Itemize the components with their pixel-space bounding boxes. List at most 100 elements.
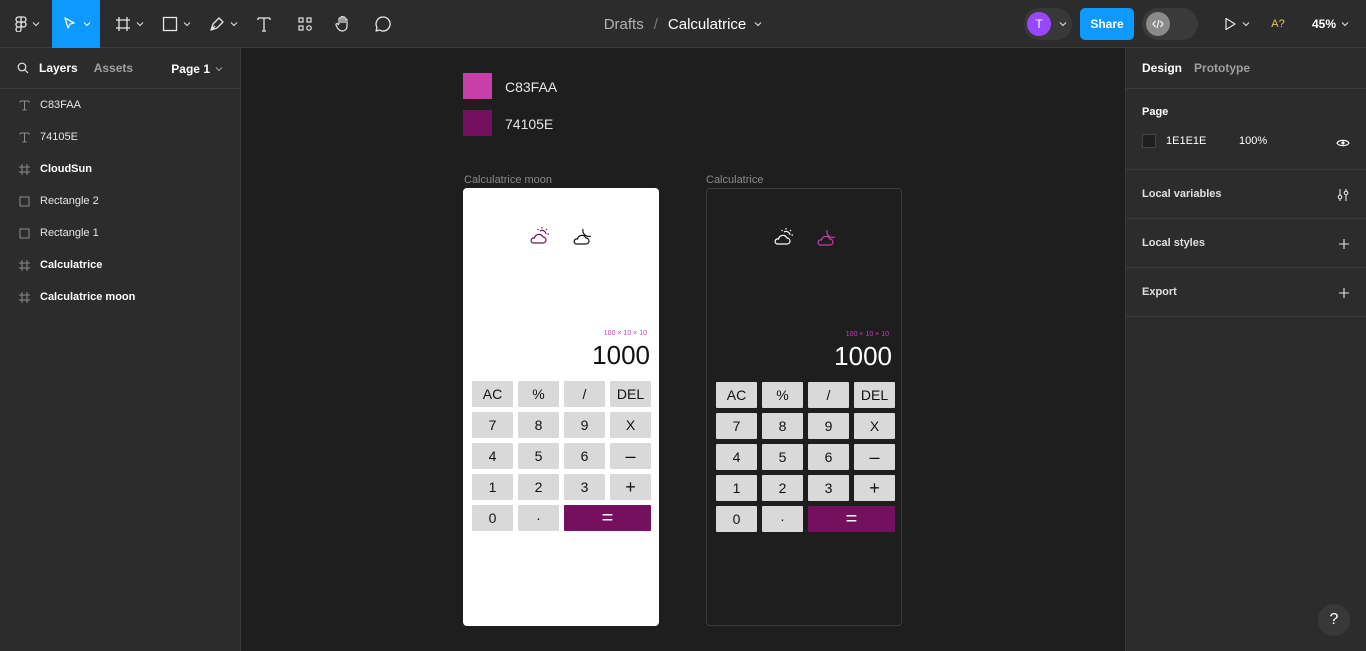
key-6[interactable]: 6: [564, 443, 605, 469]
cursor-icon: [63, 17, 75, 29]
eye-icon[interactable]: [1336, 138, 1350, 148]
key-0[interactable]: 0: [716, 506, 757, 532]
local-variables-section[interactable]: Local variables: [1126, 170, 1366, 219]
cloud-moon-icon[interactable]: [572, 226, 594, 246]
key-divide[interactable]: /: [808, 382, 849, 408]
key-minus[interactable]: –: [610, 443, 651, 469]
rectangle-icon: [18, 227, 30, 239]
help-button[interactable]: ?: [1318, 604, 1350, 636]
key-ac[interactable]: AC: [472, 381, 513, 407]
key-2[interactable]: 2: [518, 474, 559, 500]
layer-row-calculatrice-moon[interactable]: Calculatrice moon: [0, 281, 240, 313]
key-9[interactable]: 9: [808, 413, 849, 439]
theme-switcher: [463, 226, 659, 246]
main-menu-button[interactable]: [12, 0, 42, 48]
key-3[interactable]: 3: [808, 475, 849, 501]
resources-button[interactable]: [295, 0, 315, 48]
tab-assets[interactable]: Assets: [94, 61, 133, 75]
page-selector[interactable]: Page 1: [171, 48, 223, 89]
key-del[interactable]: DEL: [610, 381, 651, 407]
export-section[interactable]: Export: [1126, 268, 1366, 317]
tab-design[interactable]: Design: [1142, 61, 1182, 75]
dev-mode-toggle[interactable]: [1142, 8, 1198, 40]
layer-row-74105e[interactable]: 74105E: [0, 121, 240, 153]
color-swatch-74105e[interactable]: [463, 110, 492, 136]
text-tool-button[interactable]: [254, 0, 274, 48]
comment-tool-button[interactable]: [373, 0, 393, 48]
cloud-moon-icon[interactable]: [816, 227, 838, 247]
page-opacity[interactable]: 100%: [1239, 135, 1267, 147]
layer-row-c83faa[interactable]: C83FAA: [0, 89, 240, 121]
shape-tool-button[interactable]: [160, 0, 192, 48]
share-button[interactable]: Share: [1080, 8, 1134, 40]
key-0[interactable]: 0: [472, 505, 513, 531]
key-3[interactable]: 3: [564, 474, 605, 500]
canvas[interactable]: C83FAA 74105E Calculatrice moon 100 × 10…: [241, 48, 1125, 651]
key-percent[interactable]: %: [762, 382, 803, 408]
plus-icon[interactable]: [1338, 268, 1350, 317]
layer-row-cloudsun[interactable]: CloudSun: [0, 153, 240, 185]
key-divide[interactable]: /: [564, 381, 605, 407]
color-swatch-c83faa[interactable]: [463, 73, 492, 99]
key-5[interactable]: 5: [762, 444, 803, 470]
key-4[interactable]: 4: [716, 444, 757, 470]
plus-icon[interactable]: [1338, 219, 1350, 268]
key-6[interactable]: 6: [808, 444, 849, 470]
key-5[interactable]: 5: [518, 443, 559, 469]
key-plus[interactable]: +: [610, 474, 651, 500]
key-minus[interactable]: –: [854, 444, 895, 470]
key-7[interactable]: 7: [716, 413, 757, 439]
key-1[interactable]: 1: [716, 475, 757, 501]
cloud-sun-icon[interactable]: [772, 227, 794, 247]
sliders-icon[interactable]: [1336, 170, 1350, 219]
file-title-button[interactable]: Calculatrice: [668, 16, 762, 33]
key-del[interactable]: DEL: [854, 382, 895, 408]
key-multiply[interactable]: X: [854, 413, 895, 439]
avatar: T: [1027, 12, 1051, 36]
key-4[interactable]: 4: [472, 443, 513, 469]
layer-row-calculatrice[interactable]: Calculatrice: [0, 249, 240, 281]
local-styles-section[interactable]: Local styles: [1126, 219, 1366, 268]
key-8[interactable]: 8: [518, 412, 559, 438]
tab-layers[interactable]: Layers: [39, 61, 78, 75]
tab-prototype[interactable]: Prototype: [1194, 61, 1250, 75]
swatch-label: 74105E: [505, 116, 554, 132]
calculator-frame-dark[interactable]: 100 × 10 × 10 1000 AC % / DEL 7 8 9 X 4 …: [706, 188, 902, 626]
key-7[interactable]: 7: [472, 412, 513, 438]
export-label: Export: [1142, 286, 1177, 298]
zoom-menu[interactable]: 45%: [1312, 0, 1349, 48]
page-color-swatch[interactable]: [1142, 134, 1156, 148]
key-plus[interactable]: +: [854, 475, 895, 501]
multiplayer-avatars[interactable]: T: [1024, 8, 1072, 40]
breadcrumb-drafts[interactable]: Drafts: [604, 16, 644, 33]
chevron-down-icon: [230, 22, 237, 27]
key-decimal[interactable]: ·: [518, 505, 559, 531]
key-1[interactable]: 1: [472, 474, 513, 500]
frame-label[interactable]: Calculatrice: [706, 174, 763, 186]
chevron-down-icon: [1059, 22, 1067, 27]
frame-label[interactable]: Calculatrice moon: [464, 174, 552, 186]
layer-row-rectangle-2[interactable]: Rectangle 2: [0, 185, 240, 217]
key-percent[interactable]: %: [518, 381, 559, 407]
key-ac[interactable]: AC: [716, 382, 757, 408]
frame-tool-button[interactable]: [113, 0, 145, 48]
pen-tool-button[interactable]: [207, 0, 239, 48]
search-icon[interactable]: [17, 62, 29, 74]
present-button[interactable]: [1220, 0, 1252, 48]
chevron-down-icon: [754, 22, 762, 27]
cloud-sun-icon[interactable]: [528, 226, 550, 246]
move-tool-button[interactable]: [52, 0, 100, 48]
key-2[interactable]: 2: [762, 475, 803, 501]
layer-label: CloudSun: [40, 163, 92, 175]
font-ai-button[interactable]: A?: [1270, 0, 1286, 48]
key-equals[interactable]: =: [808, 506, 895, 532]
hand-tool-button[interactable]: [333, 0, 353, 48]
key-equals[interactable]: =: [564, 505, 651, 531]
layer-row-rectangle-1[interactable]: Rectangle 1: [0, 217, 240, 249]
key-multiply[interactable]: X: [610, 412, 651, 438]
key-decimal[interactable]: ·: [762, 506, 803, 532]
key-9[interactable]: 9: [564, 412, 605, 438]
calculator-frame-light[interactable]: 100 × 10 × 10 1000 AC % / DEL 7 8 9 X 4 …: [463, 188, 659, 626]
page-color-hex[interactable]: 1E1E1E: [1166, 135, 1239, 147]
key-8[interactable]: 8: [762, 413, 803, 439]
